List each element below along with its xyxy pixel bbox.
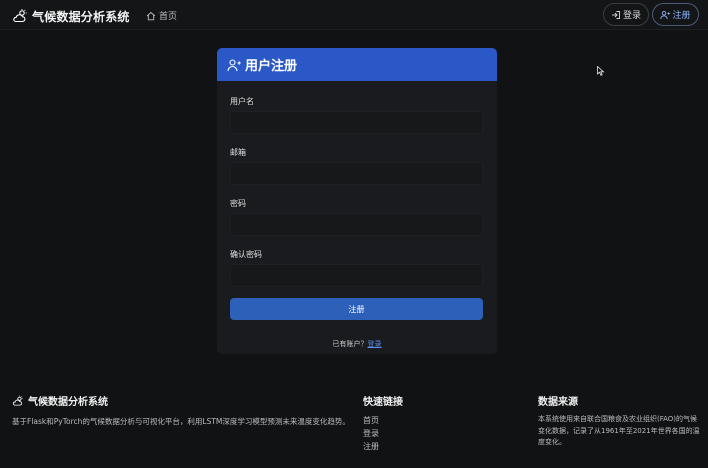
cloud-sun-icon [13, 9, 27, 23]
username-label: 用户名 [230, 97, 254, 106]
register-button-label: 注册 [672, 11, 691, 21]
password-label: 密码 [230, 199, 246, 208]
brand-title: 气候数据分析系统 [32, 9, 130, 24]
register-card: 用户注册 用户名 邮箱 密码 确认密码 注册 已有账户？登录 [217, 48, 497, 354]
confirm-password-input[interactable] [230, 264, 483, 287]
footer-description: 基于Flask和PyTorch的气候数据分析与可视化平台，利用LSTM深度学习模… [12, 417, 350, 426]
login-button[interactable]: 登录 [603, 3, 649, 26]
footer-link-register[interactable]: 注册 [363, 440, 379, 453]
submit-register-button[interactable]: 注册 [230, 298, 483, 320]
card-title: 用户注册 [245, 59, 298, 74]
footer-link-login[interactable]: 登录 [363, 427, 379, 440]
login-button-label: 登录 [622, 11, 641, 21]
footer-brand-title: 气候数据分析系统 [28, 397, 108, 408]
home-icon [146, 11, 156, 20]
have-account-label: 已有账户？ [332, 340, 368, 348]
email-input[interactable] [230, 162, 483, 185]
data-source-title: 数据来源 [538, 397, 578, 408]
confirm-password-label: 确认密码 [230, 250, 262, 259]
login-link[interactable]: 登录 [368, 340, 382, 348]
nav-home-link[interactable]: 首页 [146, 9, 177, 22]
brand[interactable]: 气候数据分析系统 [12, 6, 130, 26]
data-source-text: 本系统使用来自联合国粮食及农业组织(FAO)的气候变化数据，记录了从1961年至… [538, 415, 700, 446]
footer: 气候数据分析系统 基于Flask和PyTorch的气候数据分析与可视化平台，利用… [0, 382, 708, 468]
login-icon [611, 10, 620, 19]
nav-home-label: 首页 [159, 12, 178, 22]
footer-brand: 气候数据分析系统 [12, 393, 108, 408]
cloud-sun-icon [12, 395, 23, 406]
navbar: 气候数据分析系统 首页 登录 注册 [0, 0, 708, 30]
username-input[interactable] [230, 111, 483, 134]
card-header: 用户注册 [217, 48, 497, 81]
footer-link-home[interactable]: 首页 [363, 414, 379, 427]
password-input[interactable] [230, 213, 483, 236]
have-account-text: 已有账户？登录 [217, 339, 497, 349]
quick-links-list: 首页 登录 注册 [363, 414, 379, 453]
user-plus-icon [660, 10, 671, 19]
register-button[interactable]: 注册 [652, 3, 699, 26]
quick-links-title: 快速链接 [363, 397, 403, 408]
email-label: 邮箱 [230, 148, 246, 157]
cursor-icon [597, 66, 605, 76]
user-plus-icon [227, 58, 241, 71]
